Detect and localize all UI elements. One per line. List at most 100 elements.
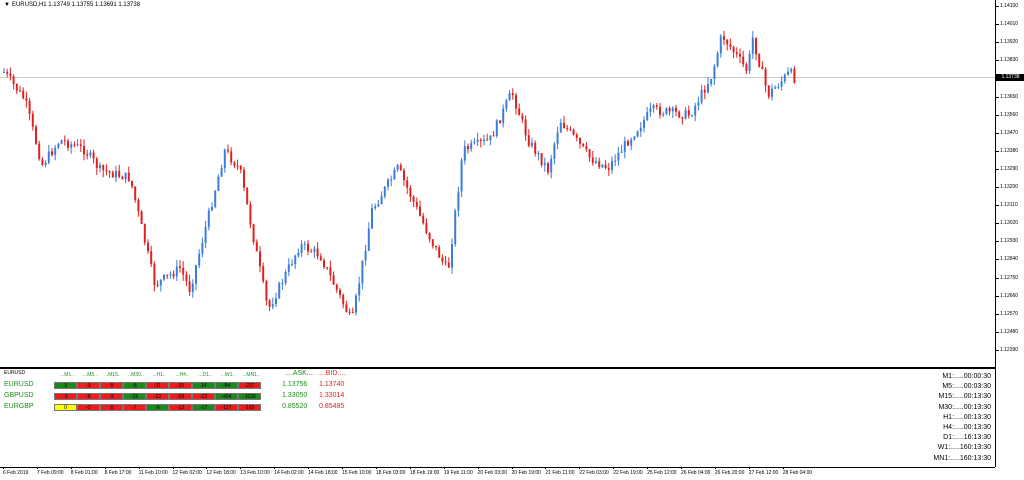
candle-body: [447, 262, 450, 268]
candle-body: [479, 139, 482, 141]
candle-body: [431, 239, 434, 246]
time-label: 8 Feb 01:00: [70, 467, 98, 476]
candle-body: [582, 143, 585, 147]
candle-body: [38, 143, 41, 160]
time-label: 25 Feb 12:00: [647, 467, 677, 476]
main-price-chart[interactable]: ▼ EURUSD,H1 1.13749 1.13755 1.13691 1.137…: [0, 0, 995, 367]
candle-body: [790, 68, 793, 72]
candle-body: [255, 242, 258, 252]
candle-body: [627, 141, 629, 146]
symbol-name[interactable]: EURUSD: [4, 381, 34, 388]
candle-body: [579, 137, 581, 144]
candle-body: [233, 162, 236, 166]
time-label: 19 Feb 11:00: [443, 467, 473, 476]
candle-body: [454, 210, 457, 245]
candle-body: [319, 256, 322, 261]
time-label: 20 Feb 03:00: [477, 467, 508, 476]
candle-body: [611, 161, 613, 170]
trend-cell: -20: [169, 382, 192, 389]
candle-body: [220, 168, 223, 177]
candle-body: [47, 151, 50, 163]
timeframe-header: ...MN1..: [242, 372, 260, 378]
candle-body: [179, 266, 181, 268]
time-label: 12 Feb 18:00: [206, 467, 236, 476]
candle-body: [659, 106, 661, 116]
symbol-row[interactable]: GBPUSD -1 -8 -3 -15 -22 -18 -12 -404 -1036 1.33050…: [4, 392, 364, 402]
candle-body: [793, 68, 796, 83]
candle-body: [620, 151, 623, 153]
candle-body: [51, 151, 53, 155]
candle-body: [310, 251, 313, 253]
symbol-row[interactable]: EURUSD 3 -3 -5 -8 -11 -20 14 -84 -237 1.13756 1.137…: [4, 381, 364, 391]
candle-body: [563, 122, 565, 128]
time-label: 18 Feb 19:00: [409, 467, 440, 476]
candle-body: [518, 108, 521, 116]
candle-body: [313, 248, 316, 252]
dropdown-triangle-icon[interactable]: ▼: [4, 2, 10, 8]
price-level-label: 1.12570: [995, 310, 1019, 317]
candle-body: [390, 179, 393, 181]
candle-body: [451, 244, 453, 268]
indicator-title: EURUSD: [4, 370, 26, 376]
trend-cell: 0: [54, 404, 77, 411]
candle-body: [143, 224, 146, 243]
candle-body: [739, 53, 741, 57]
candle-body: [409, 187, 412, 197]
candle-body: [31, 113, 34, 127]
candle-body: [79, 144, 82, 147]
trend-cell: -5: [100, 382, 123, 389]
candle-body: [444, 261, 447, 263]
price-level-label: 1.13380: [995, 147, 1019, 154]
symbol-name[interactable]: GBPUSD: [4, 392, 34, 399]
candle-body: [607, 168, 610, 170]
candle-body: [534, 142, 537, 154]
candle-countdown-panel: M1:.....00:00:30 M5:.....00:03:30 M15:....…: [933, 372, 991, 464]
ask-price: 1.13756: [282, 381, 308, 388]
ask-price: 0.85520: [282, 403, 308, 410]
candle-body: [492, 135, 495, 137]
candle-body: [339, 289, 341, 295]
candle-body: [774, 87, 777, 89]
candle-body: [438, 247, 441, 258]
candle-body: [655, 105, 658, 107]
candle-body: [361, 260, 364, 284]
candle-body: [463, 146, 466, 161]
candle-body: [700, 89, 703, 103]
candle-body: [652, 105, 655, 109]
candle-body: [3, 71, 5, 73]
terminal-chart-window: ▼ EURUSD,H1 1.13749 1.13755 1.13691 1.137…: [0, 0, 1024, 480]
price-axis[interactable]: 1.14100 1.14010 1.13920 1.13830 1.13650 1.135…: [995, 0, 1024, 467]
candle-body: [710, 78, 713, 85]
candle-body: [649, 108, 652, 113]
candle-body: [156, 284, 159, 286]
countdown-line: MN1:.....160:13:30: [933, 454, 991, 462]
candle-body: [63, 140, 66, 142]
candle-body: [99, 165, 101, 169]
candle-body: [495, 120, 498, 136]
time-label: 26 Feb 20:00: [714, 467, 745, 476]
candle-body: [543, 163, 546, 165]
candle-body: [604, 164, 607, 169]
candle-body: [457, 191, 460, 211]
candle-body: [271, 304, 274, 307]
candle-body: [425, 223, 428, 233]
candle-body: [140, 211, 143, 225]
price-level-label: 1.12840: [995, 256, 1019, 263]
candle-body: [287, 264, 290, 273]
symbol-name[interactable]: EURGBP: [4, 403, 34, 410]
candle-body: [70, 144, 73, 148]
time-axis[interactable]: 6 Feb 2019 7 Feb 09:00 8 Feb 01:00 8 Feb 17…: [0, 467, 995, 480]
symbol-row[interactable]: EURGBP 0 -2 -5 -7 -6 -13 -17 -127 -165 0.85520 0.85…: [4, 403, 364, 413]
candle-body: [316, 248, 319, 257]
candle-body: [377, 204, 380, 207]
candle-body: [25, 98, 28, 101]
trend-cell: -165: [238, 404, 261, 411]
chart-header-text: EURUSD,H1 1.13749 1.13755 1.13691 1.1373…: [11, 2, 141, 8]
candle-body: [223, 149, 226, 169]
candle-body: [166, 274, 169, 276]
candle-body: [595, 161, 597, 163]
price-level-label: 1.12480: [995, 328, 1019, 335]
candle-body: [678, 111, 681, 118]
candle-body: [646, 112, 649, 120]
candle-body: [572, 129, 575, 135]
